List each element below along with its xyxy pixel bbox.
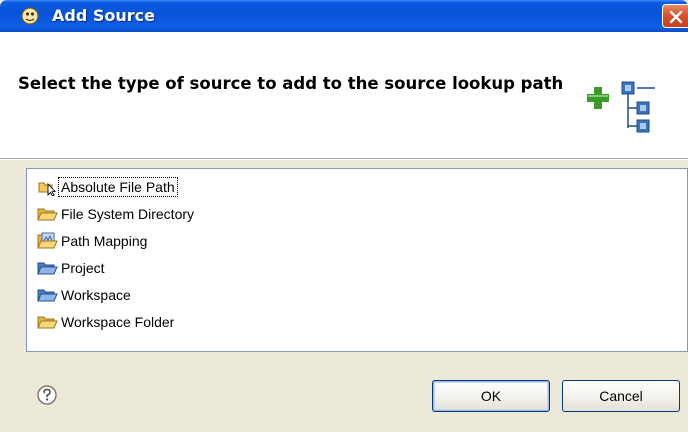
list-item-label: Workspace [61, 287, 131, 303]
banner-divider [0, 159, 688, 160]
list-item-label: Workspace Folder [61, 314, 175, 330]
list-item-label: Absolute File Path [58, 177, 178, 197]
path-mapping-icon [37, 232, 59, 250]
close-button[interactable] [662, 4, 688, 28]
list-item-path-mapping[interactable]: Path Mapping [37, 228, 149, 254]
cancel-button[interactable]: Cancel [562, 380, 680, 412]
list-item-workspace-folder[interactable]: Workspace Folder [37, 309, 176, 335]
list-item-file-system-directory[interactable]: File System Directory [37, 201, 196, 227]
eclipse-app-icon [20, 6, 40, 26]
list-item-workspace[interactable]: Workspace [37, 282, 133, 308]
dialog-banner: Select the type of source to add to the … [0, 32, 688, 159]
title-bar[interactable]: Add Source [0, 0, 688, 32]
add-source-lookup-icon [585, 80, 657, 140]
list-item-label: Path Mapping [61, 233, 148, 249]
window-title: Add Source [52, 6, 155, 25]
list-item-label: Project [61, 260, 105, 276]
folder-icon [37, 205, 59, 223]
workspace-folder-icon [37, 286, 59, 304]
absolute-file-path-icon [37, 178, 59, 197]
list-item-absolute-file-path[interactable]: Absolute File Path [37, 174, 178, 200]
help-icon[interactable] [36, 384, 58, 406]
folder-icon [37, 313, 59, 331]
banner-heading: Select the type of source to add to the … [18, 74, 564, 93]
source-type-list[interactable]: Absolute File Path File System Directory… [26, 168, 688, 352]
close-icon [669, 10, 683, 24]
list-item-project[interactable]: Project [37, 255, 107, 281]
project-folder-icon [37, 259, 59, 277]
ok-button[interactable]: OK [432, 380, 550, 412]
list-item-label: File System Directory [61, 206, 195, 222]
